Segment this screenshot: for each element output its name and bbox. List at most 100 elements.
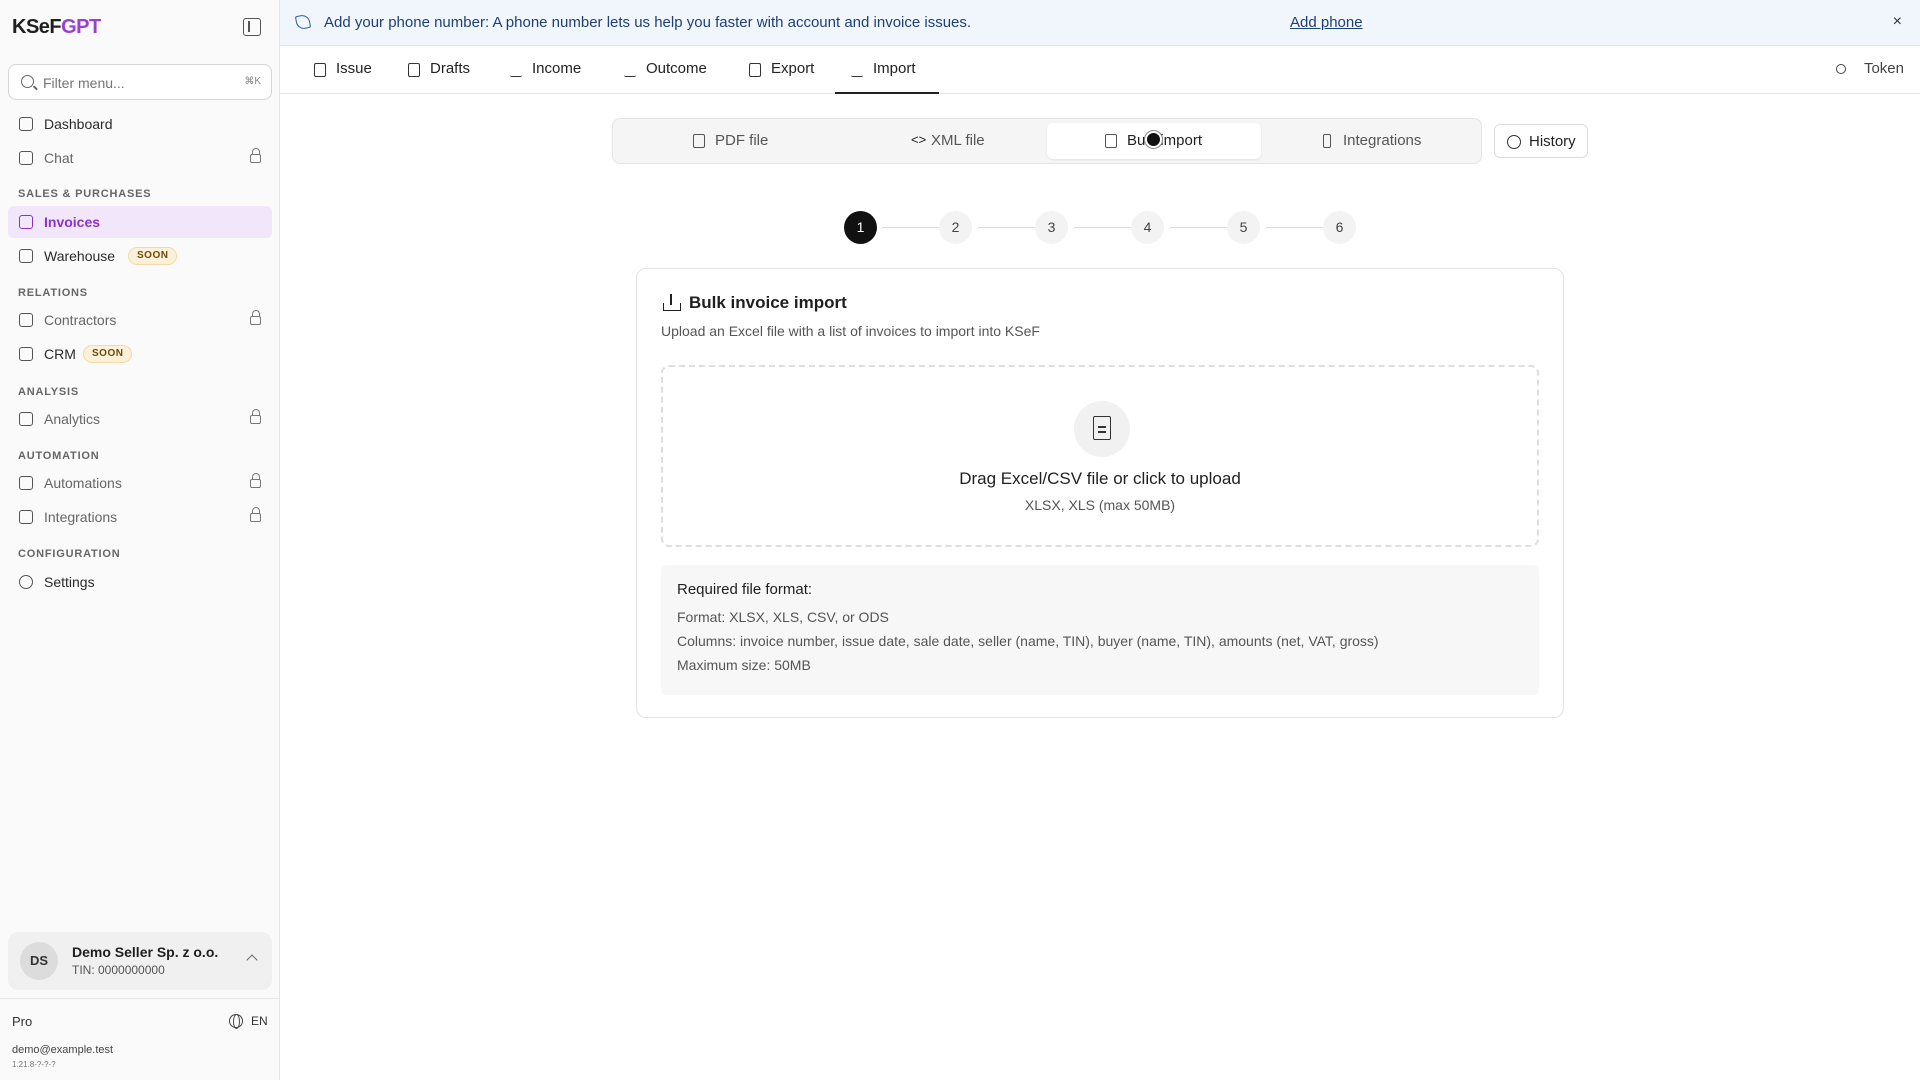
file-text-icon: [1093, 416, 1111, 440]
code-icon: <>: [911, 132, 927, 147]
gear-icon: [19, 575, 33, 589]
required-format-box: Required file format: Format: XLSX, XLS,…: [661, 565, 1539, 695]
lock-icon: [250, 148, 261, 163]
sidebar: KSeFGPT ⌘K Dashboard Chat SALES & PURCHA…: [0, 0, 280, 1080]
step-connector: [882, 227, 940, 228]
account-name: Demo Seller Sp. z o.o.: [72, 944, 219, 960]
tab-export[interactable]: Export: [749, 46, 821, 94]
mouse-cursor: [1145, 131, 1162, 148]
users-icon: [19, 313, 33, 327]
key-icon: [1836, 64, 1846, 74]
filter-shortcut: ⌘K: [244, 76, 261, 87]
sidebar-divider: [0, 998, 280, 999]
sidebar-item-crm[interactable]: CRM SOON: [8, 338, 272, 370]
token-button[interactable]: Token: [1864, 60, 1904, 77]
step-5: 5: [1227, 211, 1260, 244]
history-button[interactable]: History: [1494, 124, 1588, 158]
section-automation: AUTOMATION: [18, 450, 100, 462]
phone-icon: [294, 13, 312, 31]
soon-badge: SOON: [83, 345, 133, 363]
upload-icon: [663, 294, 681, 311]
sidebar-item-integrations[interactable]: Integrations: [8, 501, 272, 533]
filter-menu[interactable]: ⌘K: [8, 64, 272, 100]
upload-icon: [624, 63, 636, 77]
step-2: 2: [939, 211, 972, 244]
bulk-import-card: Bulk invoice import Upload an Excel file…: [636, 268, 1564, 718]
user-email: demo@example.test: [12, 1044, 114, 1056]
avatar: DS: [20, 942, 58, 980]
tab-outcome[interactable]: Outcome: [624, 46, 714, 94]
format-line: Maximum size: 50MB: [677, 657, 811, 673]
search-icon: [21, 75, 34, 88]
sidebar-item-automations[interactable]: Automations: [8, 467, 272, 499]
file-plus-icon: [314, 63, 326, 77]
file-dropzone[interactable]: Drag Excel/CSV file or click to upload X…: [661, 365, 1539, 547]
sidebar-item-warehouse[interactable]: Warehouse SOON: [8, 240, 272, 272]
card-title: Bulk invoice import: [689, 293, 847, 312]
plug-icon: [1323, 134, 1331, 148]
soon-badge: SOON: [128, 247, 178, 265]
format-line: Columns: invoice number, issue date, sal…: [677, 633, 1379, 649]
tab-drafts[interactable]: Drafts: [408, 46, 478, 94]
tab-income[interactable]: Income: [510, 46, 590, 94]
card-subtitle: Upload an Excel file with a list of invo…: [661, 323, 1040, 339]
add-phone-link[interactable]: Add phone: [1290, 14, 1363, 31]
import-type-segmented: PDF file <> XML file Bulk import Integra…: [612, 118, 1482, 164]
step-connector: [1266, 227, 1324, 228]
tab-issue[interactable]: Issue: [314, 46, 378, 94]
chevron-up-icon: [246, 954, 258, 966]
step-4: 4: [1131, 211, 1164, 244]
section-configuration: CONFIGURATION: [18, 548, 121, 560]
step-3: 3: [1035, 211, 1068, 244]
lock-icon: [250, 473, 261, 488]
lock-icon: [250, 310, 261, 325]
segment-pdf-file[interactable]: PDF file: [617, 123, 829, 159]
sidebar-item-dashboard[interactable]: Dashboard: [8, 108, 272, 140]
lock-icon: [250, 507, 261, 522]
language-selector[interactable]: EN: [251, 1014, 268, 1028]
file-image-icon: [693, 134, 705, 148]
upload-icon: [851, 63, 863, 77]
plan-label: Pro: [12, 1014, 33, 1029]
app-logo[interactable]: KSeFGPT: [12, 16, 101, 39]
workflow-icon: [19, 476, 33, 490]
phone-banner: Add your phone number: A phone number le…: [280, 0, 1920, 46]
section-relations: RELATIONS: [18, 287, 88, 299]
box-icon: [19, 249, 33, 263]
section-analysis: ANALYSIS: [18, 386, 80, 398]
sidebar-item-contractors[interactable]: Contractors: [8, 304, 272, 336]
account-switcher[interactable]: DS Demo Seller Sp. z o.o. TIN: 000000000…: [8, 932, 272, 990]
download-icon: [510, 63, 522, 77]
draft-icon: [408, 63, 420, 77]
file-text-icon: [1105, 134, 1117, 148]
file-icon-wrapper: [1074, 401, 1130, 457]
bar-chart-icon: [19, 412, 33, 426]
file-icon: [749, 63, 761, 77]
format-line: Format: XLSX, XLS, CSV, or ODS: [677, 609, 889, 625]
sidebar-item-invoices[interactable]: Invoices: [8, 206, 272, 238]
section-sales-purchases: SALES & PURCHASES: [18, 188, 152, 200]
sidebar-item-analytics[interactable]: Analytics: [8, 403, 272, 435]
account-tin: TIN: 0000000000: [72, 963, 165, 977]
contact-card-icon: [19, 347, 33, 361]
sidebar-item-chat[interactable]: Chat: [8, 142, 272, 174]
lock-icon: [250, 409, 261, 424]
banner-text: Add your phone number: A phone number le…: [324, 14, 972, 31]
filter-menu-input[interactable]: [43, 73, 243, 93]
step-connector: [978, 227, 1036, 228]
tab-import[interactable]: Import: [835, 46, 939, 94]
history-icon: [1507, 135, 1521, 149]
close-icon[interactable]: ×: [1893, 13, 1902, 31]
dashboard-icon: [19, 117, 33, 131]
sidebar-collapse-icon[interactable]: [243, 18, 261, 36]
step-connector: [1074, 227, 1132, 228]
chat-icon: [19, 151, 33, 165]
segment-xml-file[interactable]: <> XML file: [833, 123, 1045, 159]
dropzone-hint: XLSX, XLS (max 50MB): [1024, 497, 1176, 513]
step-6: 6: [1323, 211, 1356, 244]
globe-icon[interactable]: [229, 1014, 243, 1029]
sidebar-item-settings[interactable]: Settings: [8, 566, 272, 598]
segment-integrations[interactable]: Integrations: [1265, 123, 1477, 159]
format-title: Required file format:: [677, 581, 813, 598]
step-1: 1: [844, 211, 877, 244]
